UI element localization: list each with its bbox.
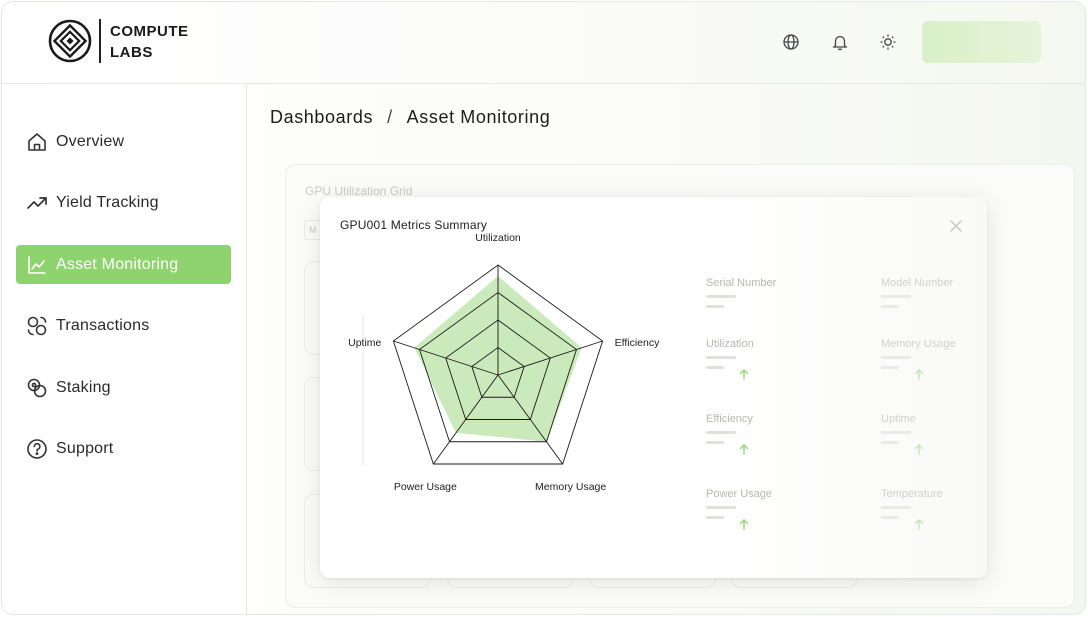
metric-label: Utilization <box>706 338 754 350</box>
logo-icon <box>48 19 92 63</box>
brand-name: COMPUTE LABS <box>110 21 189 63</box>
sidebar-item-staking[interactable]: Staking <box>16 368 231 407</box>
radar-grid-ring <box>445 319 551 420</box>
radar-axis-label: Efficiency <box>615 337 660 349</box>
app-window: COMPUTE LABS Overview Yield Tracking Ass… <box>1 1 1086 615</box>
metric-label: Efficiency <box>706 413 753 425</box>
sun-icon[interactable] <box>879 33 897 51</box>
sidebar: Overview Yield Tracking Asset Monitoring <box>2 84 247 614</box>
metric-value-placeholder <box>706 295 736 298</box>
metric-value-placeholder <box>881 305 899 308</box>
radar-series-area <box>414 276 582 442</box>
metric-value-placeholder <box>881 366 899 369</box>
sidebar-item-label: Yield Tracking <box>56 193 159 211</box>
metric-value-placeholder <box>706 356 736 359</box>
radar-axis-label: Power Usage <box>394 481 457 493</box>
line-chart-icon <box>26 254 48 276</box>
metric-value-placeholder <box>706 305 724 308</box>
metric-value-placeholder <box>706 516 724 519</box>
sidebar-item-asset-monitoring[interactable]: Asset Monitoring <box>16 245 231 284</box>
radar-chart: Utilization Efficiency Memory Usage Power U… <box>348 232 660 493</box>
radar-spoke <box>497 340 603 376</box>
bell-icon[interactable] <box>831 33 849 51</box>
metrics-summary-modal: GPU001 Metrics Summary Utilization Effici… <box>320 197 987 578</box>
metric-value-placeholder <box>706 441 724 444</box>
arrow-up-icon <box>913 518 925 530</box>
brand-line-1: COMPUTE <box>110 23 189 40</box>
breadcrumb-root[interactable]: Dashboards <box>270 107 373 127</box>
gpu-grid-title: GPU Utilization Grid <box>305 184 413 198</box>
breadcrumb-current: Asset Monitoring <box>406 107 551 127</box>
sidebar-item-label: Support <box>56 439 114 457</box>
close-icon[interactable] <box>948 218 964 234</box>
arrow-up-icon <box>738 518 750 530</box>
metric-label: Serial Number <box>706 277 777 289</box>
sidebar-item-yield-tracking[interactable]: Yield Tracking <box>16 183 231 222</box>
metric-value-placeholder <box>881 441 899 444</box>
breadcrumb-separator: / <box>387 107 393 127</box>
metric-label: Memory Usage <box>881 338 956 350</box>
arrow-up-icon <box>738 368 750 380</box>
metric-value-placeholder <box>881 431 911 434</box>
radar-axis-label: Utilization <box>475 232 521 244</box>
help-circle-icon <box>26 438 48 460</box>
arrow-up-icon <box>913 443 925 455</box>
sidebar-item-overview[interactable]: Overview <box>16 122 231 161</box>
metric-value-placeholder <box>706 506 736 509</box>
top-header: COMPUTE LABS <box>2 2 1085 84</box>
sidebar-item-label: Transactions <box>56 316 150 334</box>
metric-label: Temperature <box>881 488 943 500</box>
metric-value-placeholder <box>881 295 911 298</box>
sidebar-item-label: Staking <box>56 378 111 396</box>
radar-axis-label: Memory Usage <box>535 481 606 493</box>
metric-value-placeholder <box>706 431 736 434</box>
connect-wallet-button[interactable] <box>922 21 1041 63</box>
metric-value-placeholder <box>881 516 899 519</box>
globe-icon[interactable] <box>782 33 800 51</box>
metric-label: Power Usage <box>706 488 773 500</box>
radar-axis-label: Uptime <box>348 337 381 349</box>
logo-divider <box>99 19 101 63</box>
metric-label: Uptime <box>881 413 916 425</box>
radar-grid-ring <box>419 291 577 443</box>
radar-grid-ring <box>392 264 604 465</box>
sidebar-item-support[interactable]: Support <box>16 429 231 468</box>
radar-spoke <box>432 374 499 465</box>
metric-value-placeholder <box>706 366 724 369</box>
arrow-up-icon <box>738 443 750 455</box>
modal-title: GPU001 Metrics Summary <box>340 218 488 232</box>
metric-label: Model Number <box>881 277 954 289</box>
sidebar-item-label: Asset Monitoring <box>56 255 179 273</box>
sidebar-item-transactions[interactable]: Transactions <box>16 306 231 345</box>
coins-exchange-icon <box>26 315 48 337</box>
brand-line-2: LABS <box>110 44 153 61</box>
home-icon <box>26 131 48 153</box>
radar-spoke <box>393 340 499 376</box>
metric-value-placeholder <box>881 356 911 359</box>
radar-spoke <box>497 374 564 465</box>
trending-up-icon <box>26 192 48 214</box>
coins-icon <box>26 377 48 399</box>
radar-grid-ring <box>471 346 525 398</box>
breadcrumb: Dashboards / Asset Monitoring <box>270 107 550 128</box>
metric-value-placeholder <box>881 506 911 509</box>
arrow-up-icon <box>913 368 925 380</box>
sidebar-item-label: Overview <box>56 132 125 150</box>
